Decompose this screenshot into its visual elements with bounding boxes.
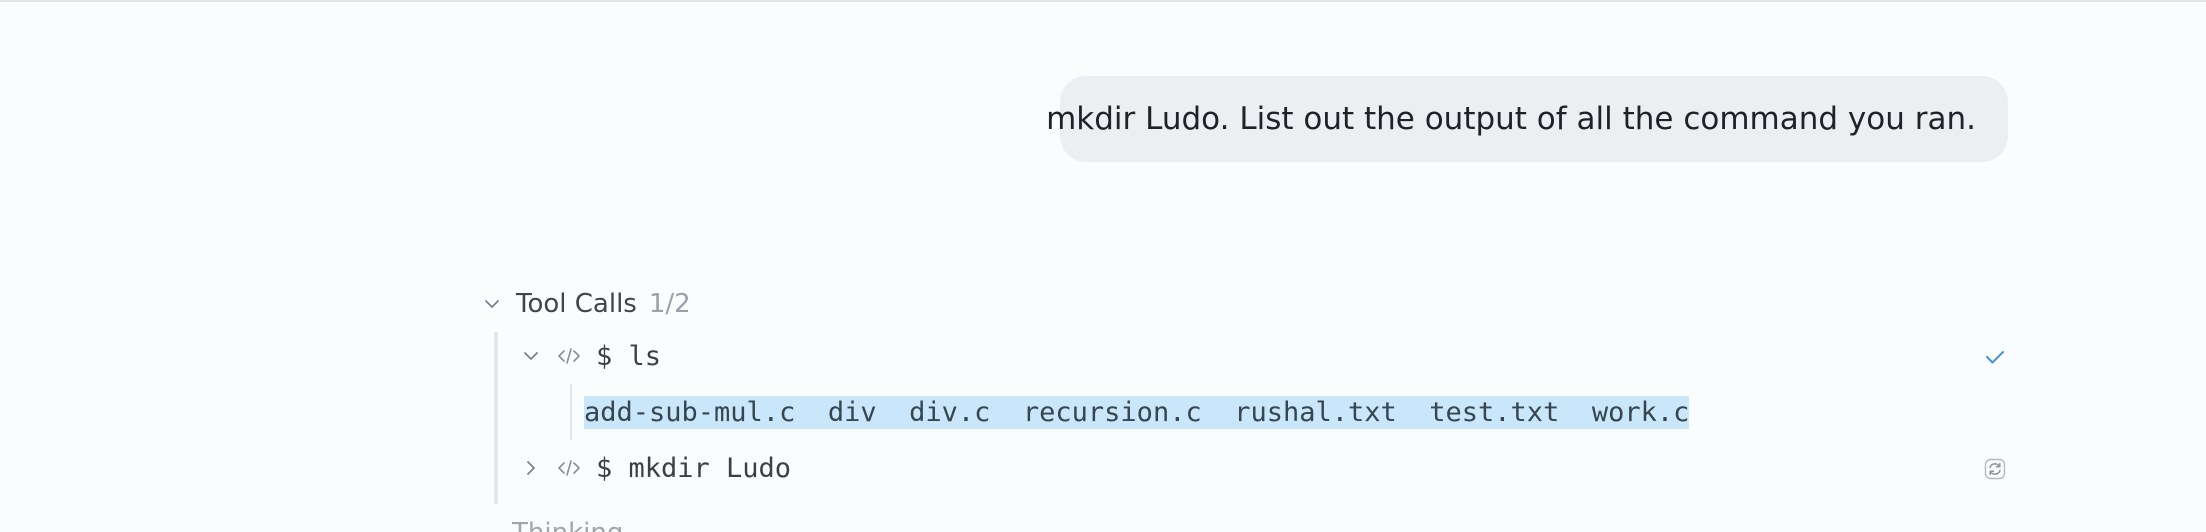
tool-calls-title: Tool Calls (516, 289, 637, 319)
tool-call-command: $ ls (596, 340, 662, 372)
tool-calls-list: $ ls add-sub-mul.c div div.c recursion.c… (494, 332, 2018, 504)
user-message-bubble: mkdir Ludo. List out the output of all t… (1046, 76, 2008, 162)
code-icon (558, 460, 580, 476)
tool-call-command: $ mkdir Ludo (596, 452, 792, 484)
chevron-down-icon (524, 352, 538, 360)
user-message-text: mkdir Ludo. List out the output of all t… (1046, 101, 1976, 137)
chevron-down-icon (485, 300, 499, 308)
tool-calls-count: 1/2 (648, 289, 691, 319)
tool-call-ls[interactable]: $ ls (520, 334, 661, 378)
tool-calls-toggle[interactable]: Tool Calls 1/2 (480, 284, 691, 324)
refresh-icon[interactable] (1982, 456, 2008, 482)
tool-call-mkdir[interactable]: $ mkdir Ludo (520, 446, 791, 490)
top-divider (0, 0, 2206, 2)
tool-call-output-text[interactable]: add-sub-mul.c div div.c recursion.c rush… (584, 395, 1690, 429)
code-icon (558, 348, 580, 364)
tool-call-output: add-sub-mul.c div div.c recursion.c rush… (570, 384, 1690, 440)
chevron-right-icon (527, 461, 535, 475)
check-icon (1986, 351, 2004, 364)
chat-page: mkdir Ludo. List out the output of all t… (0, 0, 2206, 532)
thinking-section-label[interactable]: Thinking (512, 518, 623, 532)
